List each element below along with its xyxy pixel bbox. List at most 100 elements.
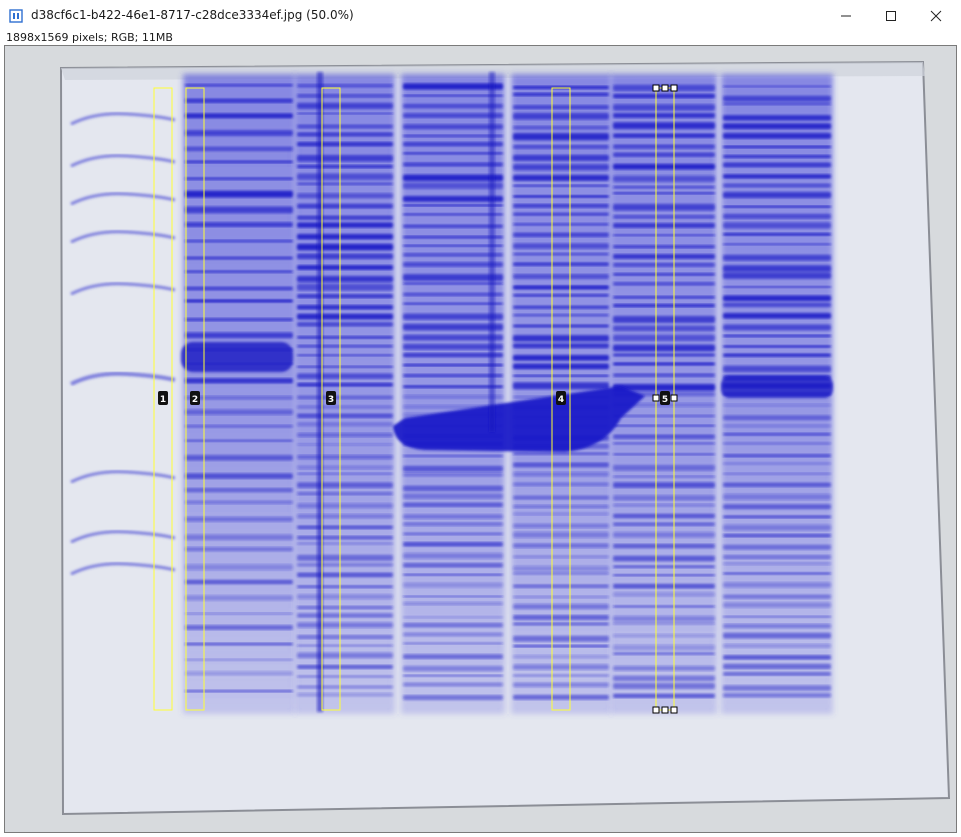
protein-band	[613, 464, 715, 471]
protein-band	[297, 335, 393, 339]
protein-band	[185, 534, 293, 541]
protein-band	[297, 594, 393, 600]
protein-band	[613, 652, 715, 656]
protein-band	[403, 363, 503, 367]
protein-band	[185, 286, 293, 291]
roi-resize-handle[interactable]	[661, 84, 669, 92]
close-button[interactable]	[913, 0, 959, 31]
lane-smear	[295, 74, 395, 714]
protein-band	[403, 472, 503, 477]
protein-band	[513, 462, 609, 468]
protein-band	[185, 299, 293, 303]
close-icon	[930, 10, 942, 21]
protein-band	[185, 83, 293, 87]
protein-band	[297, 422, 393, 427]
protein-band	[403, 182, 503, 189]
protein-band	[297, 102, 393, 109]
protein-band	[613, 513, 715, 519]
roi-label: 3	[328, 395, 334, 405]
protein-band	[613, 532, 715, 538]
protein-band	[613, 175, 715, 182]
protein-band	[403, 113, 503, 118]
protein-band	[403, 502, 503, 507]
protein-band	[513, 274, 609, 280]
protein-band	[513, 622, 609, 626]
protein-band	[297, 413, 393, 418]
protein-band	[513, 655, 609, 659]
roi-resize-handle[interactable]	[670, 84, 678, 92]
protein-band	[513, 203, 609, 208]
protein-band	[185, 98, 293, 104]
roi-label: 2	[192, 395, 198, 405]
protein-band	[513, 125, 609, 130]
protein-band	[403, 602, 503, 606]
protein-band	[185, 455, 293, 461]
roi-resize-handle[interactable]	[652, 84, 660, 92]
protein-band	[613, 233, 715, 237]
roi-resize-handle[interactable]	[661, 706, 669, 714]
protein-band	[723, 472, 831, 476]
protein-band	[723, 424, 831, 428]
protein-band	[613, 315, 715, 323]
protein-band	[513, 252, 609, 256]
protein-band	[403, 103, 503, 109]
protein-band	[403, 385, 503, 389]
protein-band	[297, 222, 393, 228]
protein-band	[723, 415, 831, 421]
roi-resize-handle[interactable]	[670, 706, 678, 714]
protein-band	[723, 632, 831, 639]
protein-band	[403, 552, 503, 559]
protein-band	[297, 373, 393, 379]
protein-band	[181, 342, 293, 372]
protein-band	[513, 482, 609, 487]
protein-band	[723, 353, 831, 357]
protein-band	[403, 235, 503, 239]
protein-band	[297, 275, 393, 283]
protein-band	[403, 313, 503, 320]
protein-band	[185, 378, 293, 384]
protein-band	[403, 323, 503, 331]
protein-band	[723, 123, 831, 130]
protein-band	[297, 513, 393, 519]
protein-band	[513, 382, 609, 390]
protein-band	[613, 634, 715, 638]
protein-band	[723, 162, 831, 168]
protein-band	[403, 244, 503, 247]
protein-band	[403, 542, 503, 547]
roi-resize-handle[interactable]	[670, 394, 678, 402]
roi-resize-handle[interactable]	[652, 706, 660, 714]
protein-band	[297, 215, 393, 220]
maximize-button[interactable]	[868, 0, 914, 31]
protein-band	[513, 355, 609, 361]
protein-band	[723, 403, 831, 407]
protein-band	[723, 643, 831, 648]
protein-band	[185, 332, 293, 339]
protein-band	[513, 664, 609, 670]
protein-band	[297, 652, 393, 659]
protein-band	[723, 494, 831, 500]
protein-band	[723, 623, 831, 629]
protein-band	[297, 605, 393, 610]
protein-band	[613, 442, 715, 445]
image-canvas[interactable]: 1 2 3 4 5	[4, 45, 957, 833]
protein-band	[297, 482, 393, 488]
protein-band	[613, 605, 715, 608]
protein-band	[513, 604, 609, 610]
protein-band	[513, 595, 609, 599]
protein-band	[297, 675, 393, 678]
protein-band	[403, 213, 503, 216]
protein-band	[297, 354, 393, 357]
protein-band	[403, 695, 503, 701]
protein-band	[723, 272, 831, 279]
minimize-button[interactable]	[823, 0, 869, 31]
roi-label: 5	[662, 395, 668, 405]
protein-band	[613, 424, 715, 427]
protein-band	[513, 222, 609, 226]
protein-band	[723, 145, 831, 149]
protein-band	[513, 452, 609, 456]
protein-band	[613, 693, 715, 699]
roi-resize-handle[interactable]	[652, 394, 660, 402]
protein-band	[613, 203, 715, 211]
protein-band	[297, 294, 393, 299]
protein-band	[403, 252, 503, 257]
